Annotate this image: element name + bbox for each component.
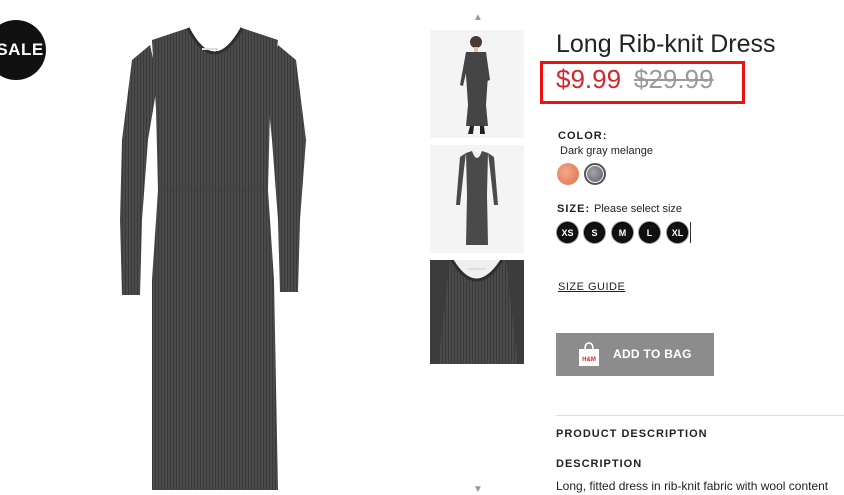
swatch-coral[interactable]: [557, 163, 579, 185]
selected-color-name: Dark gray melange: [560, 145, 653, 157]
sale-badge: SALE: [0, 20, 46, 80]
flat-lay-photo: [430, 145, 524, 253]
thumbnail-model[interactable]: [430, 30, 524, 138]
detail-photo: [430, 260, 524, 364]
sale-price: $9.99: [556, 64, 622, 94]
add-to-bag-button[interactable]: H&M ADD TO BAG: [556, 333, 714, 376]
description-subheading: DESCRIPTION: [556, 458, 643, 470]
swatch-dark-gray-melange[interactable]: [584, 163, 606, 185]
thumbnails-down-arrow[interactable]: ▼: [471, 483, 485, 495]
size-option-xs[interactable]: XS: [557, 222, 578, 243]
shopping-bag-icon: H&M: [579, 342, 599, 366]
chevron-down-icon: ▼: [473, 483, 483, 495]
bag-icon-brand-text: H&M: [582, 357, 596, 363]
product-description-heading[interactable]: PRODUCT DESCRIPTION: [556, 428, 708, 440]
size-option-l[interactable]: L: [639, 222, 660, 243]
size-guide-link[interactable]: SIZE GUIDE: [558, 281, 625, 293]
color-label: COLOR:: [558, 130, 608, 142]
thumbnail-detail[interactable]: [430, 260, 524, 364]
product-title: Long Rib-knit Dress: [556, 30, 776, 58]
model-photo: [430, 30, 524, 138]
size-option-m[interactable]: M: [612, 222, 633, 243]
size-hint: Please select size: [594, 203, 683, 215]
thumbnails-up-arrow[interactable]: ▲: [471, 11, 485, 23]
size-label: SIZE:: [557, 203, 591, 215]
thumbnail-flat[interactable]: [430, 145, 524, 253]
sale-badge-label: SALE: [0, 40, 44, 59]
add-to-bag-label: ADD TO BAG: [613, 347, 692, 361]
size-option-s[interactable]: S: [584, 222, 605, 243]
size-divider: [690, 222, 691, 243]
main-product-image: [120, 27, 306, 490]
original-price: $29.99: [634, 64, 714, 94]
chevron-up-icon: ▲: [473, 11, 483, 23]
size-option-xl[interactable]: XL: [667, 222, 688, 243]
description-text: Long, fitted dress in rib-knit fabric wi…: [556, 479, 829, 493]
section-divider: [556, 415, 844, 416]
